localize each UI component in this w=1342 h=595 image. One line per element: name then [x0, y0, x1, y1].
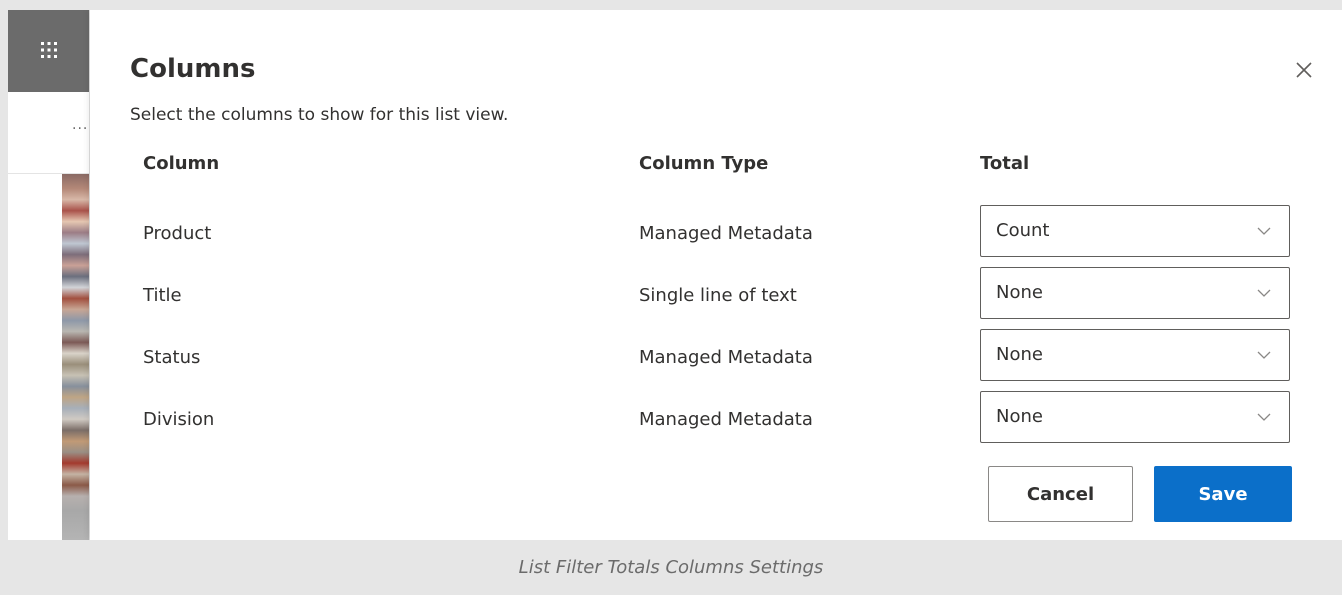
panel-title: Columns	[130, 54, 256, 84]
chevron-down-icon	[1257, 227, 1271, 235]
column-type: Managed Metadata	[639, 409, 813, 430]
total-dropdown-product[interactable]: Count	[980, 205, 1290, 257]
column-type: Managed Metadata	[639, 223, 813, 244]
dropdown-value: None	[996, 344, 1043, 365]
column-name: Product	[143, 223, 212, 244]
waffle-icon[interactable]	[35, 36, 63, 64]
chevron-down-icon	[1257, 413, 1271, 421]
column-name: Title	[143, 285, 182, 306]
app-launcher-bar	[8, 10, 89, 92]
dropdown-value: None	[996, 282, 1043, 303]
column-name: Status	[143, 347, 201, 368]
close-button[interactable]	[1288, 54, 1320, 86]
columns-panel: Columns Select the columns to show for t…	[90, 10, 1342, 540]
total-dropdown-status[interactable]: None	[980, 329, 1290, 381]
dropdown-value: None	[996, 406, 1043, 427]
dropdown-value: Count	[996, 220, 1050, 241]
figure-caption: List Filter Totals Columns Settings	[518, 557, 824, 578]
total-dropdown-division[interactable]: None	[980, 391, 1290, 443]
column-header-column: Column	[143, 153, 220, 174]
background-image	[62, 174, 89, 540]
chevron-down-icon	[1257, 289, 1271, 297]
column-header-type: Column Type	[639, 153, 769, 174]
app-rail: ...	[8, 10, 90, 540]
column-name: Division	[143, 409, 215, 430]
page-frame: ... Columns Select the columns to show f…	[8, 10, 1342, 540]
total-dropdown-title[interactable]: None	[980, 267, 1290, 319]
more-options-icon[interactable]: ...	[72, 118, 88, 132]
column-header-total: Total	[980, 153, 1030, 174]
panel-description: Select the columns to show for this list…	[130, 105, 509, 125]
cancel-button[interactable]: Cancel	[988, 466, 1133, 522]
column-type: Single line of text	[639, 285, 797, 306]
chevron-down-icon	[1257, 351, 1271, 359]
save-button[interactable]: Save	[1154, 466, 1292, 522]
close-icon	[1296, 62, 1312, 78]
column-type: Managed Metadata	[639, 347, 813, 368]
